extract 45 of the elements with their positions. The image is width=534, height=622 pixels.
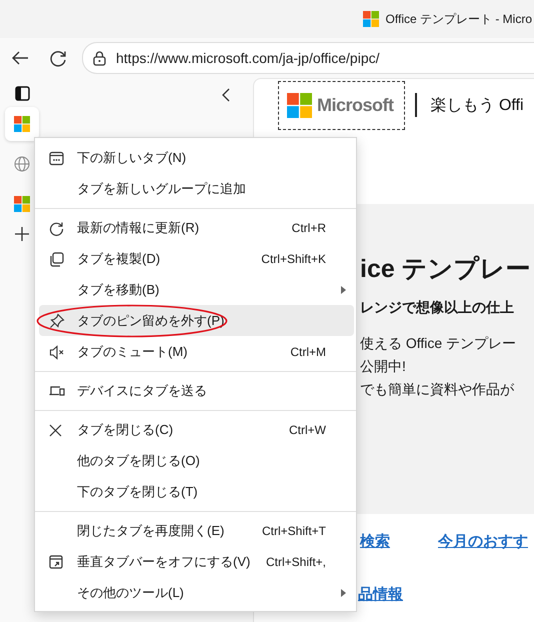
close-icon [49,424,62,436]
hero-text: 公開中! [360,357,407,376]
vertical-tab[interactable] [5,107,39,141]
site-logo-icon [14,116,30,132]
hero-text: 使える Office テンプレー [360,334,518,353]
submenu-arrow-icon [341,286,346,294]
menu-item[interactable]: タブを新しいグループに追加 [39,173,354,204]
add-icon[interactable] [15,227,29,241]
refresh-icon [50,50,66,66]
menu-item[interactable]: 閉じたタブを再度開く(E) Ctrl+Shift+T [39,515,354,546]
nav-link[interactable]: 検索 [360,532,390,551]
hero-subtitle: レンジで想像以上の仕上 [360,299,515,317]
address-bar[interactable]: https://www.microsoft.com/ja-jp/office/pipc/ [82,42,534,74]
refresh-icon [49,220,64,236]
browser-tab[interactable]: Office テンプレート - Micro [362,0,534,38]
menu-item[interactable]: タブを閉じる(C) Ctrl+W [39,414,354,445]
back-arrow-icon [11,50,29,66]
logo-icon [287,92,312,118]
header-title: 楽しもう Offi [430,96,524,116]
site-logo-icon [362,11,379,27]
hero-title: ice テンプレー [360,254,532,285]
hero-text: でも簡単に資料や作品が [360,380,515,399]
menu-item[interactable]: タブのミュート(M) Ctrl+M [39,336,354,367]
globe-icon [14,156,30,172]
microsoft-logo[interactable]: Microsoft [278,80,404,130]
menu-item[interactable]: 最新の情報に更新(R) Ctrl+R [39,212,354,243]
devices-icon [49,385,65,397]
menu-item[interactable]: タブを複製(D) Ctrl+Shift+K [39,243,354,274]
pin-icon [49,313,65,329]
vertical-tabs-icon [49,555,63,569]
menu-item[interactable]: デバイスにタブを送る [39,375,354,406]
nav-link[interactable]: 今月のおすす [438,532,528,551]
new-tab-icon [49,150,64,166]
duplicate-icon [49,252,64,266]
menu-item[interactable]: タブを移動(B) [39,274,354,305]
mute-icon [49,344,65,360]
menu-item[interactable]: その他のツール(L) [39,577,354,608]
submenu-arrow-icon [341,589,346,597]
menu-item[interactable]: 下のタブを閉じる(T) [39,476,354,507]
site-logo-icon [14,196,30,212]
menu-item[interactable]: 垂直タブバーをオフにする(V) Ctrl+Shift+, [39,546,354,577]
menu-item[interactable]: 他のタブを閉じる(O) [39,445,354,476]
logo-text: Microsoft [317,94,394,116]
menu-item[interactable]: 下の新しいタブ(N) [39,142,354,173]
sidebar-toggle-icon[interactable] [14,86,30,101]
